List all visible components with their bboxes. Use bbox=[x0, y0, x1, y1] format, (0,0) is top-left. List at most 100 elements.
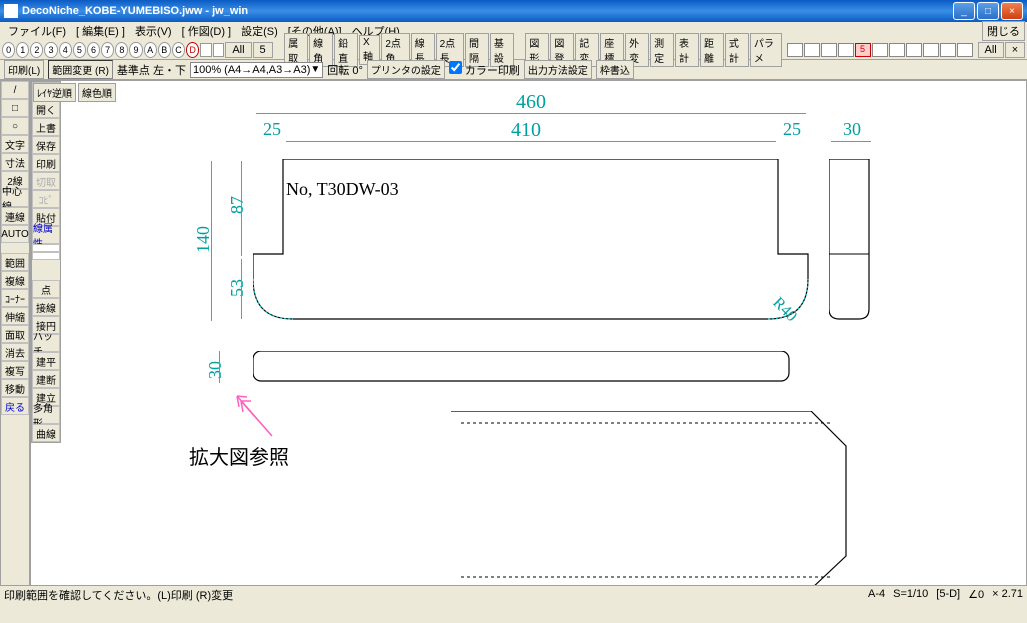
rbtn-overwrite[interactable]: 上書 bbox=[32, 118, 60, 136]
rbtn-copy[interactable]: ｺﾋﾟ bbox=[32, 190, 60, 208]
line-color-order-button[interactable]: 線色順 bbox=[78, 83, 116, 102]
close-button[interactable]: × bbox=[1001, 2, 1023, 20]
tool-auto[interactable]: AUTO bbox=[1, 225, 29, 243]
dim-25b: 25 bbox=[783, 119, 801, 140]
printer-settings-button[interactable]: プリンタの設定 bbox=[367, 60, 445, 79]
tb-kyori[interactable]: 距離 bbox=[700, 33, 724, 67]
layer-9[interactable]: 9 bbox=[129, 42, 142, 58]
layer-0[interactable]: 0 bbox=[2, 42, 15, 58]
menu-edit[interactable]: [ 編集(E) ] bbox=[72, 23, 129, 39]
color-3[interactable] bbox=[821, 43, 837, 57]
menu-draw[interactable]: [ 作図(D) ] bbox=[178, 23, 236, 39]
rbtn-save[interactable]: 保存 bbox=[32, 136, 60, 154]
layer-3[interactable]: 3 bbox=[44, 42, 57, 58]
rbtn-curve[interactable]: 曲線 bbox=[32, 424, 60, 442]
layer-C[interactable]: C bbox=[172, 42, 185, 58]
dim-line-30 bbox=[831, 141, 871, 142]
range-change-button[interactable]: 範囲変更 (R) bbox=[48, 60, 113, 79]
tb-param[interactable]: パラメ bbox=[750, 33, 782, 67]
rbtn-point[interactable]: 点 bbox=[32, 280, 60, 298]
layer-2[interactable]: 2 bbox=[30, 42, 43, 58]
tool-line[interactable]: / bbox=[1, 81, 29, 99]
color-2[interactable] bbox=[804, 43, 820, 57]
tool-dimension[interactable]: 寸法 bbox=[1, 153, 29, 171]
color-10[interactable] bbox=[940, 43, 956, 57]
status-scale[interactable]: S=1/10 bbox=[893, 588, 928, 601]
rbtn-kendan[interactable]: 建断 bbox=[32, 370, 60, 388]
rbtn-tangent[interactable]: 接線 bbox=[32, 298, 60, 316]
frame-write-button[interactable]: 枠書込 bbox=[596, 60, 634, 79]
tool-extend[interactable]: 伸縮 bbox=[1, 307, 29, 325]
color-8[interactable] bbox=[906, 43, 922, 57]
color-11[interactable] bbox=[957, 43, 973, 57]
rotation-label: 回転 0° bbox=[327, 62, 363, 78]
rbtn-cut[interactable]: 切取 bbox=[32, 172, 60, 190]
print-button[interactable]: 印刷(L) bbox=[4, 60, 44, 79]
dim-410: 410 bbox=[511, 119, 541, 142]
tool-centerline[interactable]: 中心線 bbox=[1, 189, 29, 207]
tool-range[interactable]: 範囲 bbox=[1, 253, 29, 271]
status-zoom[interactable]: × 2.71 bbox=[992, 588, 1023, 601]
layer-sq2[interactable] bbox=[213, 43, 225, 57]
tool-back[interactable]: 戻る bbox=[1, 397, 29, 415]
rbtn-polygon[interactable]: 多角形 bbox=[32, 406, 60, 424]
tool-move[interactable]: 移動 bbox=[1, 379, 29, 397]
layer-sq1[interactable] bbox=[200, 43, 212, 57]
tool-rect[interactable]: □ bbox=[1, 99, 29, 117]
layer-all[interactable]: All bbox=[225, 42, 251, 58]
toolbar-layers: 0 1 2 3 4 5 6 7 8 9 A B C D All 5 属取 線角 … bbox=[0, 40, 1027, 60]
color-print-checkbox[interactable]: カラー印刷 bbox=[449, 61, 520, 78]
maximize-button[interactable]: □ bbox=[977, 2, 999, 20]
tb-sokutei[interactable]: 測定 bbox=[650, 33, 674, 67]
color-7[interactable] bbox=[889, 43, 905, 57]
tool-corner[interactable]: ｺｰﾅｰ bbox=[1, 289, 29, 307]
output-settings-button[interactable]: 出力方法設定 bbox=[524, 60, 592, 79]
rbtn-open[interactable]: 開く bbox=[32, 100, 60, 118]
rbtn-kenpei[interactable]: 建平 bbox=[32, 352, 60, 370]
color-5[interactable]: 5 bbox=[855, 43, 871, 57]
layer-all2[interactable]: All bbox=[978, 42, 1004, 58]
layer-8[interactable]: 8 bbox=[115, 42, 128, 58]
tb-hyokei[interactable]: 表計 bbox=[675, 33, 699, 67]
color-9[interactable] bbox=[923, 43, 939, 57]
color-4[interactable] bbox=[838, 43, 854, 57]
panel-close-button[interactable]: 閉じる bbox=[982, 21, 1025, 41]
tool-erase[interactable]: 消去 bbox=[1, 343, 29, 361]
tool-fukusen[interactable]: 複線 bbox=[1, 271, 29, 289]
layer-4[interactable]: 4 bbox=[59, 42, 72, 58]
dim-460: 460 bbox=[516, 91, 546, 114]
layer-D[interactable]: D bbox=[186, 42, 199, 58]
rbtn-print[interactable]: 印刷 bbox=[32, 154, 60, 172]
enlarged-view-shape bbox=[451, 411, 851, 591]
color-white[interactable] bbox=[787, 43, 803, 57]
status-paper[interactable]: A-4 bbox=[868, 588, 885, 601]
drawing-canvas[interactable]: ﾚｲﾔ逆順 線色順 460 410 25 25 30 140 87 53 30 … bbox=[30, 80, 1027, 603]
tool-text[interactable]: 文字 bbox=[1, 135, 29, 153]
status-coord[interactable]: [5-D] bbox=[936, 588, 960, 601]
layer-B[interactable]: B bbox=[158, 42, 171, 58]
menu-file[interactable]: ファイル(F) bbox=[4, 23, 70, 39]
dim-25a: 25 bbox=[263, 119, 281, 140]
layer-1[interactable]: 1 bbox=[16, 42, 29, 58]
tool-polyline[interactable]: 連線 bbox=[1, 207, 29, 225]
layer-A[interactable]: A bbox=[144, 42, 157, 58]
tool-copy[interactable]: 複写 bbox=[1, 361, 29, 379]
layer-7[interactable]: 7 bbox=[101, 42, 114, 58]
tool-circle[interactable]: ○ bbox=[1, 117, 29, 135]
menu-settings[interactable]: 設定(S) bbox=[237, 23, 282, 39]
layer-x[interactable]: × bbox=[1005, 42, 1025, 58]
layer-5btn[interactable]: 5 bbox=[253, 42, 273, 58]
status-angle[interactable]: ∠0 bbox=[968, 588, 984, 601]
tb-shikikei[interactable]: 式計 bbox=[725, 33, 749, 67]
layer-5[interactable]: 5 bbox=[73, 42, 86, 58]
rbtn-hatch[interactable]: ハッチ bbox=[32, 334, 60, 352]
rbtn-lineattr[interactable]: 線属性 bbox=[32, 226, 60, 244]
scale-select[interactable]: 100% (A4→A4,A3→A3) ▼ bbox=[190, 62, 323, 78]
layer-order-button[interactable]: ﾚｲﾔ逆順 bbox=[33, 83, 76, 102]
part-profile-shape bbox=[253, 351, 793, 385]
layer-6[interactable]: 6 bbox=[87, 42, 100, 58]
menu-view[interactable]: 表示(V) bbox=[131, 23, 176, 39]
minimize-button[interactable]: _ bbox=[953, 2, 975, 20]
tool-chamfer[interactable]: 面取 bbox=[1, 325, 29, 343]
color-6[interactable] bbox=[872, 43, 888, 57]
